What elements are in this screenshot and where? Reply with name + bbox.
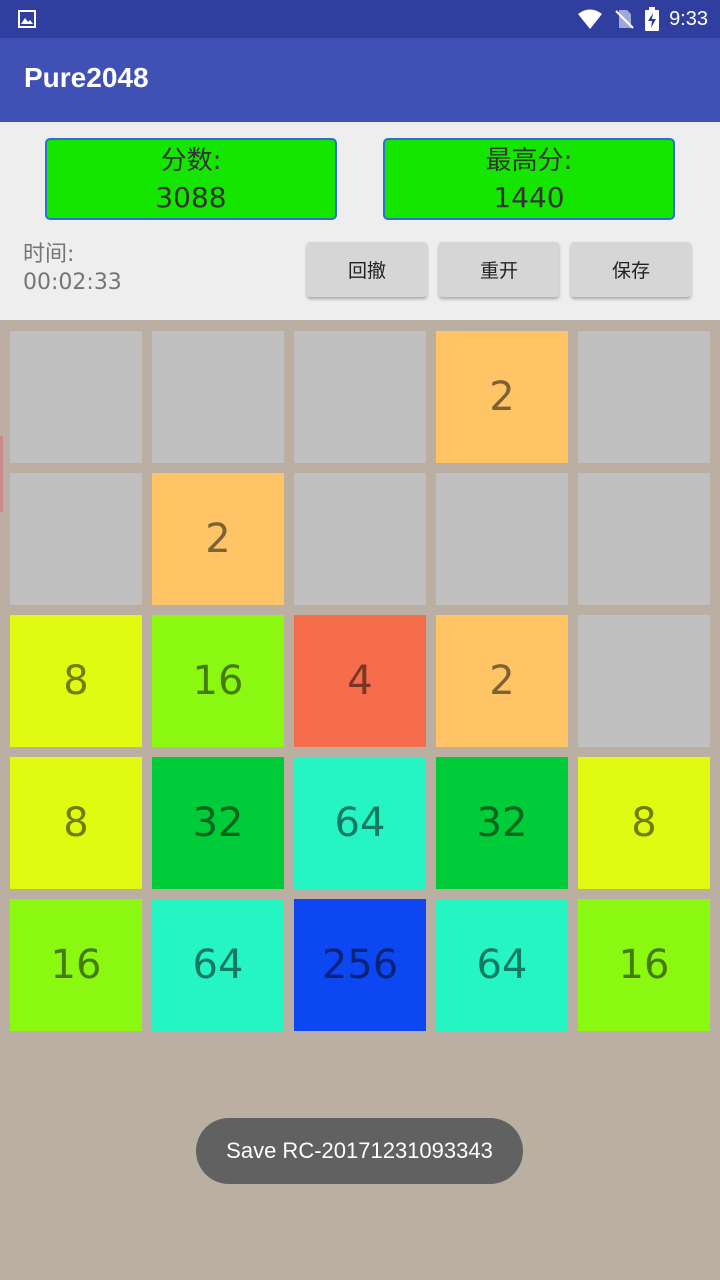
tile-empty [578,473,710,605]
tile-empty [578,331,710,463]
score-box: 分数: 3088 [45,138,337,220]
status-clock: 9:33 [669,7,708,30]
edge-indicator [0,436,3,512]
tile-16: 16 [578,899,710,1031]
tile-empty [10,331,142,463]
tile-32: 32 [436,757,568,889]
tile-empty [436,473,568,605]
best-score-label: 最高分: [485,146,573,176]
tile-8: 8 [10,757,142,889]
tile-empty [294,331,426,463]
tile-64: 64 [294,757,426,889]
tile-4: 4 [294,615,426,747]
tile-empty [10,473,142,605]
tile-32: 32 [152,757,284,889]
time-value: 00:02:33 [23,270,122,295]
tile-2: 2 [436,615,568,747]
tile-empty [152,331,284,463]
toast-message: Save RC-20171231093343 [196,1118,523,1184]
score-value: 3088 [155,181,227,214]
best-score-value: 1440 [493,181,565,214]
save-button[interactable]: 保存 [571,242,691,297]
tile-2: 2 [436,331,568,463]
status-bar: 9:33 [0,0,720,38]
tile-2: 2 [152,473,284,605]
header-panel: 分数: 3088 最高分: 1440 时间: 00:02:33 回撤 重开 保存 [0,122,720,320]
tile-64: 64 [152,899,284,1031]
app-title: Pure2048 [24,62,149,93]
score-label: 分数: [160,146,222,176]
tile-16: 16 [152,615,284,747]
app-bar: Pure2048 [0,38,720,122]
time-label: 时间: [23,242,75,267]
tile-empty [294,473,426,605]
tile-8: 8 [10,615,142,747]
tile-16: 16 [10,899,142,1031]
tile-empty [578,615,710,747]
best-score-box: 最高分: 1440 [383,138,675,220]
image-notification-icon [18,10,36,28]
tile-256: 256 [294,899,426,1031]
no-sim-icon [615,10,634,29]
battery-charging-icon [645,7,660,31]
undo-button[interactable]: 回撤 [307,242,427,297]
restart-button[interactable]: 重开 [439,242,559,297]
wifi-icon [578,9,603,29]
tile-64: 64 [436,899,568,1031]
tile-8: 8 [578,757,710,889]
